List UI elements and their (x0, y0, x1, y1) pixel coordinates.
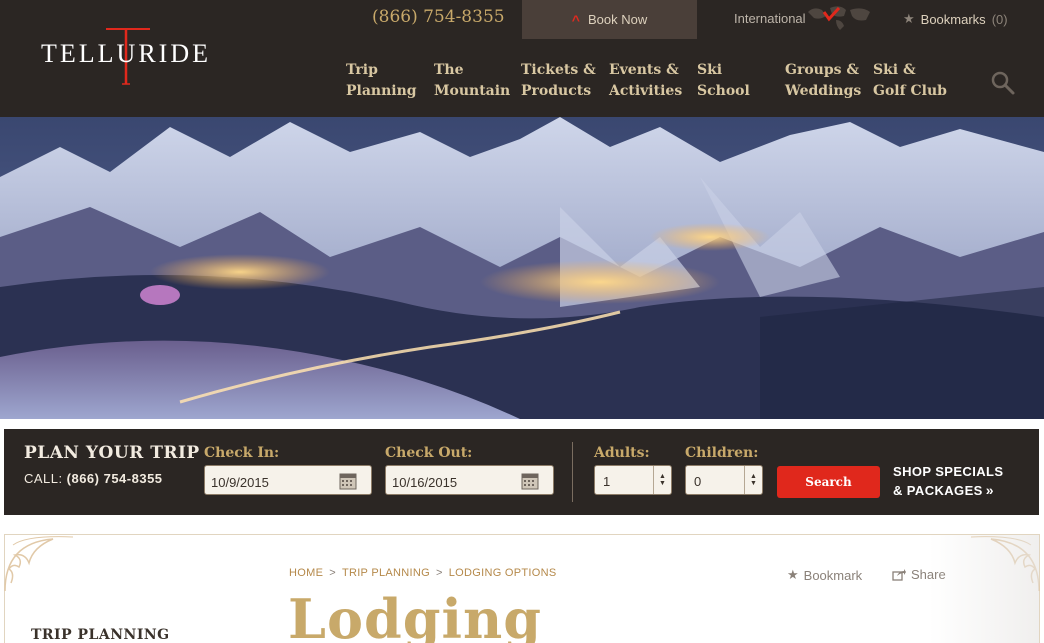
logo-text: TELLURIDE (41, 39, 211, 68)
shop-specials-link[interactable]: SHOP SPECIALS & PACKAGES» (893, 462, 1003, 500)
check-in-label: Check In: (204, 445, 280, 461)
book-now-label: Book Now (587, 12, 648, 27)
nav-item-line: Groups & (785, 62, 860, 78)
breadcrumb-item-home[interactable]: HOME (289, 567, 323, 579)
breadcrumb-item-lodging-options[interactable]: LODGING OPTIONS (449, 567, 557, 579)
search-icon[interactable] (990, 70, 1016, 96)
sidebar-title: TRIP PLANNING (31, 627, 170, 643)
plan-your-trip-bar: PLAN YOUR TRIP CALL: (866) 754-8355 Check… (4, 429, 1039, 515)
nav-item-ski-golf-club[interactable]: Ski & Golf Club (873, 60, 963, 102)
chevron-up-icon: ^ (571, 11, 580, 28)
nav-item-events-activities[interactable]: Events & Activities (609, 60, 697, 102)
nav-item-line: Planning (346, 83, 417, 99)
call-number[interactable]: (866) 754-8355 (67, 471, 163, 486)
call-label: CALL: (24, 471, 63, 486)
nav-item-line: Weddings (785, 83, 862, 99)
children-label: Children: (685, 445, 759, 461)
world-map-icon (808, 6, 870, 31)
international-link[interactable]: International (734, 11, 806, 26)
bookmarks-header-link[interactable]: ★ Bookmarks (0) (903, 11, 1008, 27)
specials-line-2: & PACKAGES (893, 483, 983, 498)
share-icon (892, 569, 906, 581)
breadcrumb: HOME > TRIP PLANNING > LODGING OPTIONS (289, 567, 557, 579)
nav-item-groups-weddings[interactable]: Groups & Weddings (785, 60, 873, 102)
nav-item-trip-planning[interactable]: Trip Planning (346, 60, 434, 102)
check-out-value: 10/16/2015 (392, 475, 458, 490)
main-nav: Trip Planning The Mountain Tickets & Pro… (346, 60, 963, 102)
nav-item-line: Trip (346, 62, 378, 78)
breadcrumb-item-trip-planning[interactable]: TRIP PLANNING (342, 567, 430, 579)
nav-item-ski-school[interactable]: Ski School (697, 60, 785, 102)
plan-call-line: CALL: (866) 754-8355 (24, 471, 163, 486)
calendar-icon[interactable] (521, 472, 539, 490)
hero-image (0, 117, 1044, 419)
nav-item-the-mountain[interactable]: The Mountain (434, 60, 521, 102)
check-out-label: Check Out: (385, 445, 473, 461)
nav-item-line: Tickets & (521, 62, 596, 78)
bookmark-label: Bookmark (803, 567, 863, 583)
adults-value: 1 (603, 474, 611, 489)
plan-your-trip-title: PLAN YOUR TRIP (24, 443, 200, 463)
page-content: HOME > TRIP PLANNING > LODGING OPTIONS ★… (4, 534, 1040, 643)
stepper-arrows-icon[interactable]: ▲ ▼ (744, 466, 762, 494)
adults-label: Adults: (594, 445, 650, 461)
children-stepper[interactable]: 0 ▲ ▼ (685, 465, 763, 495)
specials-line-1: SHOP SPECIALS (893, 464, 1004, 479)
children-value: 0 (694, 474, 702, 489)
star-icon: ★ (903, 11, 915, 26)
stepper-arrows-icon[interactable]: ▲ ▼ (653, 466, 671, 494)
nav-item-line: School (697, 83, 750, 99)
booking-divider (572, 442, 573, 502)
check-in-value: 10/9/2015 (211, 475, 269, 490)
book-now-button[interactable]: ^ Book Now (522, 0, 697, 39)
bookmark-button[interactable]: ★ Bookmark (787, 567, 862, 583)
adults-stepper[interactable]: 1 ▲ ▼ (594, 465, 672, 495)
nav-item-line: Products (521, 83, 592, 99)
check-out-field[interactable]: 10/16/2015 (385, 465, 554, 495)
star-icon: ★ (787, 567, 799, 582)
site-header: TELLURIDE (866) 754-8355 ^ Book Now Inte… (0, 0, 1044, 117)
nav-item-line: Events & (609, 62, 679, 78)
nav-item-line: Ski (697, 62, 723, 78)
check-in-field[interactable]: 10/9/2015 (204, 465, 372, 495)
header-phone[interactable]: (866) 754-8355 (372, 7, 505, 27)
calendar-icon[interactable] (339, 472, 357, 490)
telluride-logo[interactable]: TELLURIDE (26, 26, 226, 90)
double-chevron-right-icon: » (985, 482, 994, 498)
nav-item-line: The (434, 62, 464, 78)
nav-item-line: Mountain (434, 83, 511, 99)
bookmarks-label: Bookmarks (920, 11, 986, 27)
nav-item-line: Activities (609, 83, 683, 99)
corner-flourish-icon (4, 536, 74, 592)
scroll-shade (929, 535, 1039, 643)
page-title: Lodging (288, 587, 543, 643)
breadcrumb-separator: > (329, 567, 336, 579)
nav-item-tickets-products[interactable]: Tickets & Products (521, 60, 609, 102)
nav-item-line: Golf Club (873, 83, 947, 99)
bookmarks-count: (0) (991, 11, 1008, 27)
breadcrumb-separator: > (436, 567, 443, 579)
nav-item-line: Ski & (873, 62, 916, 78)
hero-landscape-illustration (0, 117, 1044, 419)
search-button[interactable]: Search (777, 466, 880, 498)
